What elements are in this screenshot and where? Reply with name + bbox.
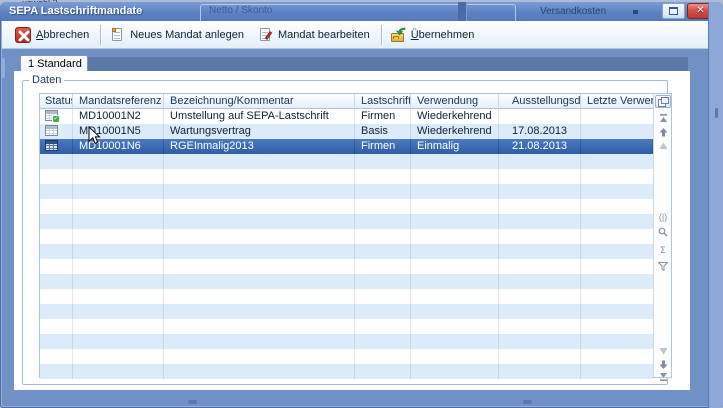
versandkosten-label: Versandkosten [540, 6, 606, 17]
apply-folder-icon [390, 27, 406, 43]
toolbar: Abbrechen Neues Mandat anlegen Mandat be… [2, 21, 721, 49]
window-right-border [708, 2, 723, 408]
cell-lastschriftart: Basis [355, 124, 411, 139]
cell-mandatsreferenz: MD10001N5 [73, 124, 164, 139]
resize-grip[interactable] [2, 58, 5, 78]
table-icon [45, 140, 58, 151]
uebernehmen-button[interactable]: Übernehmen [385, 24, 483, 46]
window-title: SEPA Lastschriftmandate [9, 5, 142, 17]
cell-verwendung: Einmalig [411, 139, 499, 154]
table-row[interactable]: ✓ MD10001N2 Umstellung auf SEPA-Lastschr… [40, 109, 671, 124]
neues-mandat-label: Neues Mandat anlegen [130, 29, 244, 41]
arrow-up-icon[interactable] [656, 140, 670, 152]
column-header-verwendung[interactable]: Verwendung [411, 94, 499, 109]
column-header-letzte-verwendung[interactable]: Letzte Verwendung [581, 94, 653, 109]
cell-verwendung: Wiederkehrend [411, 109, 499, 124]
arrow-down-icon[interactable] [656, 345, 670, 357]
table-row-selected[interactable]: MD10001N6 RGEInmalig2013 Firmen Einmalig… [40, 139, 671, 154]
toolbar-separator [100, 25, 101, 45]
page-down-icon[interactable] [656, 358, 670, 370]
column-header-ausstellungsdatum[interactable]: Ausstellungsdatum [499, 94, 581, 109]
cell-bezeichnung: RGEInmalig2013 [164, 139, 355, 154]
cell-bezeichnung: Wartungsvertrag [164, 124, 355, 139]
sepa-mandate-window: Netto / Skonto Versandkosten SEPA Lastsc… [0, 2, 723, 408]
cell-lastschriftart: Firmen [355, 109, 411, 124]
cell-letzte-verwendung [581, 109, 653, 124]
page-up-icon[interactable] [656, 126, 670, 138]
restore-button[interactable] [662, 3, 685, 19]
ok-badge-icon: ✓ [52, 115, 60, 123]
cell-letzte-verwendung [581, 124, 653, 139]
uebernehmen-label: Übernehmen [411, 29, 475, 41]
copy-icon[interactable] [655, 95, 671, 108]
cell-letzte-verwendung [581, 139, 653, 154]
table-icon [45, 125, 58, 136]
mandat-bearbeiten-button[interactable]: Mandat bearbeiten [252, 24, 378, 46]
neues-mandat-anlegen-button[interactable]: Neues Mandat anlegen [104, 24, 252, 46]
cell-lastschriftart: Firmen [355, 139, 411, 154]
edit-document-icon [257, 27, 273, 43]
column-header-status[interactable]: Status [40, 94, 73, 109]
daten-groupbox: Daten Status Mandatsreferenz Bezeichnung… [22, 80, 668, 385]
cell-ausstellungsdatum [499, 109, 581, 124]
restore-icon [669, 7, 678, 15]
scroll-to-top-icon[interactable] [656, 112, 670, 124]
background-tick [633, 10, 638, 14]
daten-groupbox-label: Daten [29, 74, 64, 86]
background-splitter [458, 2, 467, 21]
column-header-mandatsreferenz[interactable]: Mandatsreferenz [73, 94, 164, 109]
abbrechen-button[interactable]: Abbrechen [10, 24, 97, 46]
table-ok-icon: ✓ [45, 110, 58, 121]
cell-mandatsreferenz: MD10001N6 [73, 139, 164, 154]
grid-sidebar: (|) Σ [653, 94, 671, 377]
mandate-table: Status Mandatsreferenz Bezeichnung/Komme… [39, 93, 672, 378]
netto-skonto-label: Netto / Skonto [209, 5, 272, 16]
table-header-row: Status Mandatsreferenz Bezeichnung/Komme… [40, 94, 671, 109]
filter-icon[interactable] [656, 260, 670, 272]
tab-strip [20, 57, 688, 71]
abbrechen-label: Abbrechen [36, 29, 89, 41]
table-row[interactable]: MD10001N5 Wartungsvertrag Basis Wiederke… [40, 124, 671, 139]
cell-ausstellungsdatum: 17.08.2013 [499, 124, 581, 139]
sum-icon[interactable]: Σ [656, 244, 670, 256]
cancel-x-icon [15, 27, 31, 43]
empty-rows-area [40, 154, 653, 379]
column-header-lastschriftart[interactable]: Lastschriftart [355, 94, 411, 109]
scroll-to-bottom-icon[interactable] [656, 370, 670, 382]
title-bar: Netto / Skonto Versandkosten SEPA Lastsc… [0, 2, 723, 21]
cell-mandatsreferenz: MD10001N2 [73, 109, 164, 124]
toolbar-separator [381, 25, 382, 45]
mandat-bearbeiten-label: Mandat bearbeiten [278, 29, 370, 41]
tab-standard[interactable]: 1 Standard [20, 55, 88, 72]
resize-grip[interactable] [715, 108, 718, 118]
column-width-icon[interactable]: (|) [656, 211, 670, 223]
cell-verwendung: Wiederkehrend [411, 124, 499, 139]
background-netto-skonto-groupbox: Netto / Skonto [200, 4, 516, 21]
mouse-cursor [88, 126, 101, 148]
search-icon[interactable] [656, 226, 670, 238]
column-header-bezeichnung[interactable]: Bezeichnung/Kommentar [164, 94, 355, 109]
cell-bezeichnung: Umstellung auf SEPA-Lastschrift [164, 109, 355, 124]
cell-ausstellungsdatum: 21.08.2013 [499, 139, 581, 154]
resize-grip[interactable] [188, 400, 197, 404]
new-document-icon [109, 27, 125, 43]
resize-grip[interactable] [523, 400, 532, 404]
content-panel: Daten Status Mandatsreferenz Bezeichnung… [14, 71, 690, 390]
